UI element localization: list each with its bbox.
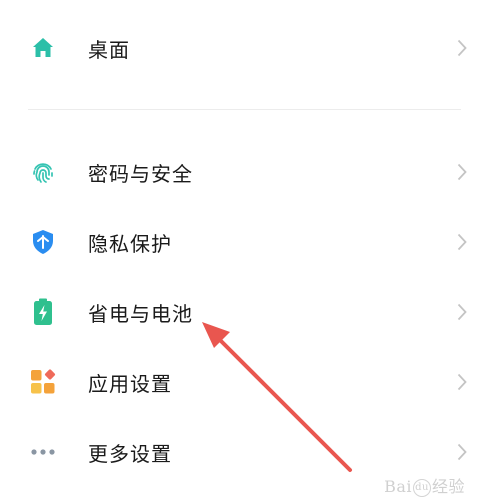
settings-item-label: 隐私保护 — [88, 231, 172, 256]
settings-screen: 桌面 密码与安全 隐私保护 省电与电池 应用设置 更多设置 Bai du 经验 — [0, 0, 489, 503]
settings-item-desktop[interactable]: 桌面 — [0, 16, 489, 80]
chevron-right-icon — [455, 442, 469, 462]
app-grid-icon — [28, 367, 58, 397]
chevron-right-icon — [455, 162, 469, 182]
section-divider — [28, 109, 461, 110]
watermark-text-suffix: 经验 — [431, 477, 465, 496]
settings-item-app-settings[interactable]: 应用设置 — [0, 350, 489, 414]
settings-item-privacy[interactable]: 隐私保护 — [0, 210, 489, 274]
baidu-watermark: Bai du 经验 — [384, 473, 465, 497]
settings-item-label: 应用设置 — [88, 371, 172, 396]
settings-item-label: 密码与安全 — [88, 161, 193, 186]
settings-item-label: 更多设置 — [88, 441, 172, 466]
chevron-right-icon — [455, 232, 469, 252]
settings-item-password-security[interactable]: 密码与安全 — [0, 140, 489, 204]
settings-item-label: 省电与电池 — [88, 301, 193, 326]
chevron-right-icon — [455, 372, 469, 392]
chevron-right-icon — [455, 38, 469, 58]
fingerprint-icon — [28, 157, 58, 187]
home-icon — [28, 33, 58, 63]
watermark-logo: du — [412, 478, 431, 497]
chevron-right-icon — [455, 302, 469, 322]
settings-item-label: 桌面 — [88, 37, 130, 62]
more-dots-icon — [28, 437, 58, 467]
battery-icon — [28, 297, 58, 327]
watermark-text: Bai — [384, 477, 412, 496]
shield-icon — [28, 227, 58, 257]
settings-item-battery[interactable]: 省电与电池 — [0, 280, 489, 344]
